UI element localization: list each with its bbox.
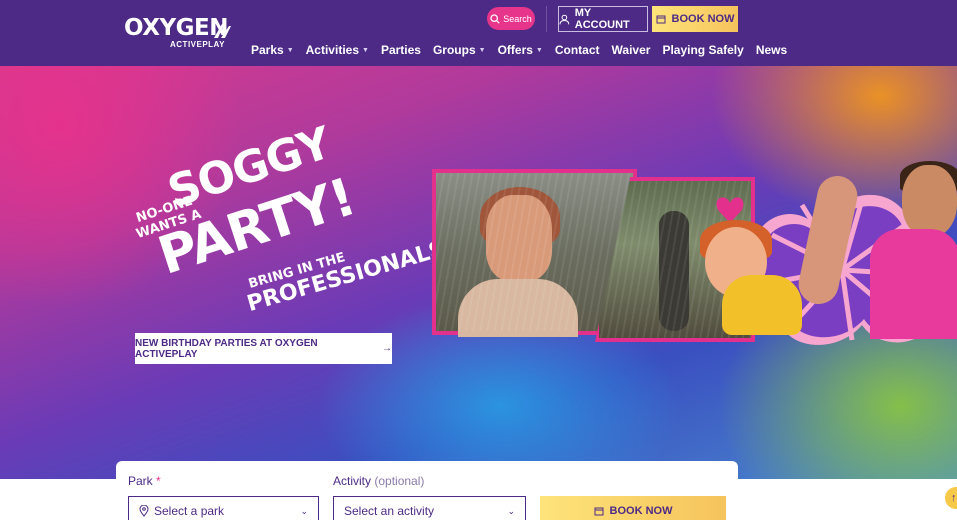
activity-select-value: Select an activity [344, 504, 435, 518]
hero-photo-collage [430, 161, 957, 350]
chevron-down-icon: ▼ [535, 46, 543, 54]
chevron-down-icon: ⌄ [300, 505, 308, 516]
user-icon [559, 14, 570, 24]
nav-item-label: Contact [554, 43, 600, 57]
location-pin-icon [139, 505, 149, 517]
arrow-right-icon: → [382, 343, 392, 354]
arrow-up-icon: ↑ [951, 492, 957, 504]
booking-form: Park * Select a park ⌄ Activity (optiona… [116, 461, 738, 520]
park-select-value: Select a park [154, 504, 225, 518]
chevron-down-icon: ▼ [478, 46, 486, 54]
nav-item-waiver[interactable]: Waiver [612, 43, 651, 57]
park-select[interactable]: Select a park ⌄ [128, 496, 319, 520]
calendar-icon [656, 15, 666, 24]
photo-girl2-shirt [722, 275, 802, 335]
my-account-label: MY ACCOUNT [574, 7, 630, 31]
activity-label: Activity (optional) [333, 474, 424, 488]
book-now-header-button[interactable]: BOOK NOW [652, 6, 738, 32]
park-label: Park * [128, 474, 161, 488]
logo-tagline: ACTIVEPLAY [170, 40, 225, 49]
search-button[interactable]: Search [487, 7, 535, 30]
nav-item-label: Parks [251, 43, 284, 57]
nav-item-news[interactable]: News [756, 43, 787, 57]
book-now-header-label: BOOK NOW [671, 13, 735, 25]
cta-label: NEW BIRTHDAY PARTIES AT OXYGEN ACTIVEPLA… [135, 337, 318, 360]
main-nav: Parks ▼ Activities ▼ Parties Groups ▼ Of… [251, 43, 787, 57]
activity-select[interactable]: Select an activity ⌄ [333, 496, 526, 520]
site-header: OXYGEN ACTIVEPLAY Search MY ACCOUNT BOOK… [0, 0, 957, 66]
nav-item-label: Groups [432, 43, 476, 57]
nav-item-parties[interactable]: Parties [381, 43, 421, 57]
search-label: Search [503, 13, 532, 24]
book-now-form-label: BOOK NOW [609, 505, 673, 517]
birthday-parties-cta-button[interactable]: NEW BIRTHDAY PARTIES AT OXYGEN ACTIVEPLA… [135, 333, 392, 364]
nav-item-label: News [755, 43, 788, 57]
optional-marker: (optional) [374, 474, 425, 488]
nav-item-label: Activities [305, 43, 359, 57]
chevron-down-icon: ▼ [362, 46, 369, 54]
book-now-form-button[interactable]: BOOK NOW [540, 496, 726, 520]
header-divider [546, 6, 547, 32]
nav-item-label: Waiver [611, 43, 651, 57]
search-icon [490, 13, 500, 24]
nav-item-playing-safely[interactable]: Playing Safely [662, 43, 743, 57]
logo-swoosh-icon [214, 24, 231, 38]
oxygen-logo[interactable]: OXYGEN ACTIVEPLAY [124, 14, 236, 52]
my-account-button[interactable]: MY ACCOUNT [558, 6, 648, 32]
park-label-text: Park [128, 474, 153, 488]
nav-item-contact[interactable]: Contact [555, 43, 600, 57]
calendar-icon [594, 507, 604, 516]
nav-item-label: Playing Safely [662, 43, 744, 57]
nav-item-offers[interactable]: Offers ▼ [498, 43, 543, 57]
required-marker: * [156, 474, 161, 488]
hero-headline: NO-ONE WANTS A SOGGY PARTY! BRING IN THE… [134, 118, 456, 325]
activity-label-text: Activity [333, 474, 372, 488]
photo-man-face [902, 165, 957, 237]
scroll-to-top-button[interactable]: ↑ [945, 487, 957, 509]
chevron-down-icon: ⌄ [507, 505, 515, 516]
nav-item-groups[interactable]: Groups ▼ [433, 43, 486, 57]
nav-item-label: Parties [380, 43, 421, 57]
nav-item-activities[interactable]: Activities ▼ [306, 43, 369, 57]
nav-item-parks[interactable]: Parks ▼ [251, 43, 294, 57]
photo-man-shirt [870, 229, 957, 339]
nav-item-label: Offers [497, 43, 533, 57]
chevron-down-icon: ▼ [286, 46, 294, 54]
